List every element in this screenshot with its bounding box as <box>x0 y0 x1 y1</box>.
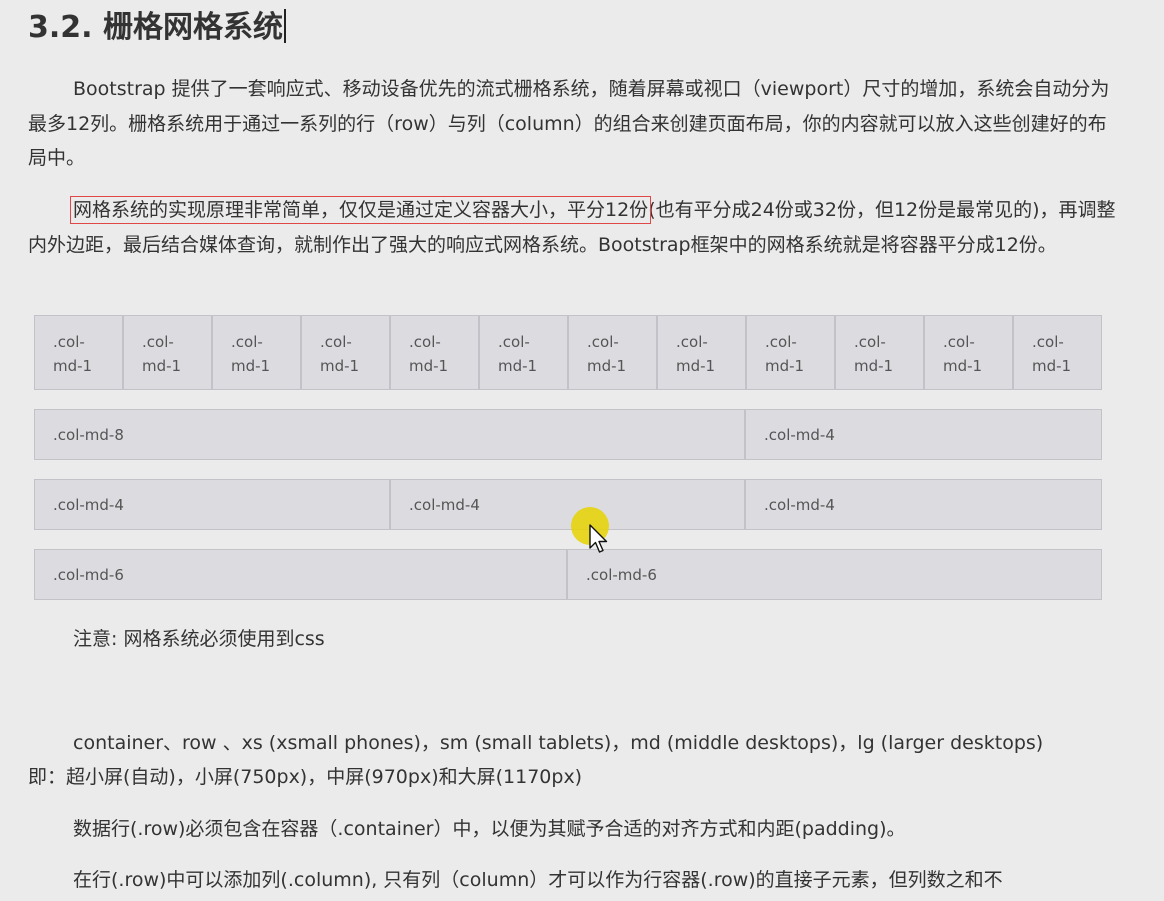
grid-row-8-4: .col-md-8 .col-md-4 <box>34 409 1102 460</box>
grid-cell-col-md-1: .col-md-1 <box>390 315 479 390</box>
grid-cell-label-line1: .col- <box>231 333 263 351</box>
grid-cell-label-line1: .col- <box>943 333 975 351</box>
grid-cell-col-md-6: .col-md-6 <box>567 549 1102 600</box>
grid-cell-label-line2: md-1 <box>142 357 182 375</box>
grid-cell-col-md-1: .col-md-1 <box>479 315 568 390</box>
grid-cell-col-md-1: .col-md-1 <box>301 315 390 390</box>
column-rule: 在行(.row)中可以添加列(.column), 只有列（column）才可以作… <box>73 869 1003 891</box>
grid-cell-label-line1: .col- <box>587 333 619 351</box>
grid-cell-label-line2: md-1 <box>587 357 627 375</box>
section-heading: 3.2. 栅格网格系统 <box>28 8 286 48</box>
grid-cell-label-line2: md-1 <box>1032 357 1072 375</box>
grid-cell-col-md-1: .col-md-1 <box>212 315 301 390</box>
mouse-pointer-icon <box>589 524 608 553</box>
highlighted-sentence: 网格系统的实现原理非常简单，仅仅是通过定义容器大小，平分12份 <box>69 196 652 224</box>
grid-cell-label-line2: md-1 <box>676 357 716 375</box>
grid-cell-col-md-4: .col-md-4 <box>34 479 390 530</box>
grid-cell-label-line2: md-1 <box>53 357 93 375</box>
grid-cell-label-line1: .col- <box>142 333 174 351</box>
grid-cell-label-line1: .col- <box>765 333 797 351</box>
grid-cell-label-line2: md-1 <box>231 357 271 375</box>
grid-cell-col-md-4: .col-md-4 <box>745 479 1102 530</box>
grid-cell-col-md-1: .col-md-1 <box>746 315 835 390</box>
grid-cell-col-md-1: .col-md-1 <box>1013 315 1102 390</box>
text-caret <box>284 9 286 43</box>
grid-cell-col-md-1: .col-md-1 <box>34 315 123 390</box>
grid-cell-col-md-1: .col-md-1 <box>123 315 212 390</box>
breakpoint-sizes: 即：超小屏(自动)，小屏(750px)，中屏(970px)和大屏(1170px) <box>28 766 583 788</box>
grid-cell-label-line2: md-1 <box>943 357 983 375</box>
row-container-rule: 数据行(.row)必须包含在容器（.container）中，以便为其赋予合适的对… <box>73 818 906 840</box>
grid-cell-col-md-6: .col-md-6 <box>34 549 567 600</box>
grid-row-4-4-4: .col-md-4 .col-md-4 .col-md-4 <box>34 479 1102 530</box>
principle-paragraph: 网格系统的实现原理非常简单，仅仅是通过定义容器大小，平分12份(也有平分成24份… <box>28 193 1118 262</box>
grid-cell-label-line1: .col- <box>320 333 352 351</box>
css-note: 注意: 网格系统必须使用到css <box>73 628 325 650</box>
grid-cell-col-md-1: .col-md-1 <box>657 315 746 390</box>
grid-cell-col-md-4: .col-md-4 <box>390 479 745 530</box>
grid-cell-col-md-1: .col-md-1 <box>568 315 657 390</box>
grid-row-6-6: .col-md-6 .col-md-6 <box>34 549 1102 600</box>
grid-cell-col-md-1: .col-md-1 <box>924 315 1013 390</box>
grid-cell-label-line1: .col- <box>409 333 441 351</box>
grid-cell-label-line1: .col- <box>854 333 886 351</box>
grid-cell-label-line2: md-1 <box>320 357 360 375</box>
grid-cell-label-line1: .col- <box>53 333 85 351</box>
document-page: 3.2. 栅格网格系统 Bootstrap 提供了一套响应式、移动设备优先的流式… <box>0 0 1164 901</box>
grid-cell-label-line1: .col- <box>498 333 530 351</box>
grid-cell-label-line2: md-1 <box>854 357 894 375</box>
grid-demo: .col-md-1 .col-md-1 .col-md-1 .col-md-1 … <box>34 315 1102 600</box>
grid-cell-col-md-4: .col-md-4 <box>745 409 1102 460</box>
grid-cell-label-line1: .col- <box>676 333 708 351</box>
intro-paragraph: Bootstrap 提供了一套响应式、移动设备优先的流式栅格系统，随着屏幕或视口… <box>28 78 1110 169</box>
grid-row-12-cols: .col-md-1 .col-md-1 .col-md-1 .col-md-1 … <box>34 315 1102 390</box>
section-heading-text: 3.2. 栅格网格系统 <box>28 10 283 45</box>
grid-cell-col-md-1: .col-md-1 <box>835 315 924 390</box>
grid-cell-label-line2: md-1 <box>498 357 538 375</box>
grid-cell-col-md-8: .col-md-8 <box>34 409 745 460</box>
grid-cell-label-line2: md-1 <box>765 357 805 375</box>
breakpoint-list: container、row 、xs (xsmall phones)，sm (sm… <box>73 732 1044 754</box>
grid-cell-label-line2: md-1 <box>409 357 449 375</box>
grid-cell-label-line1: .col- <box>1032 333 1064 351</box>
